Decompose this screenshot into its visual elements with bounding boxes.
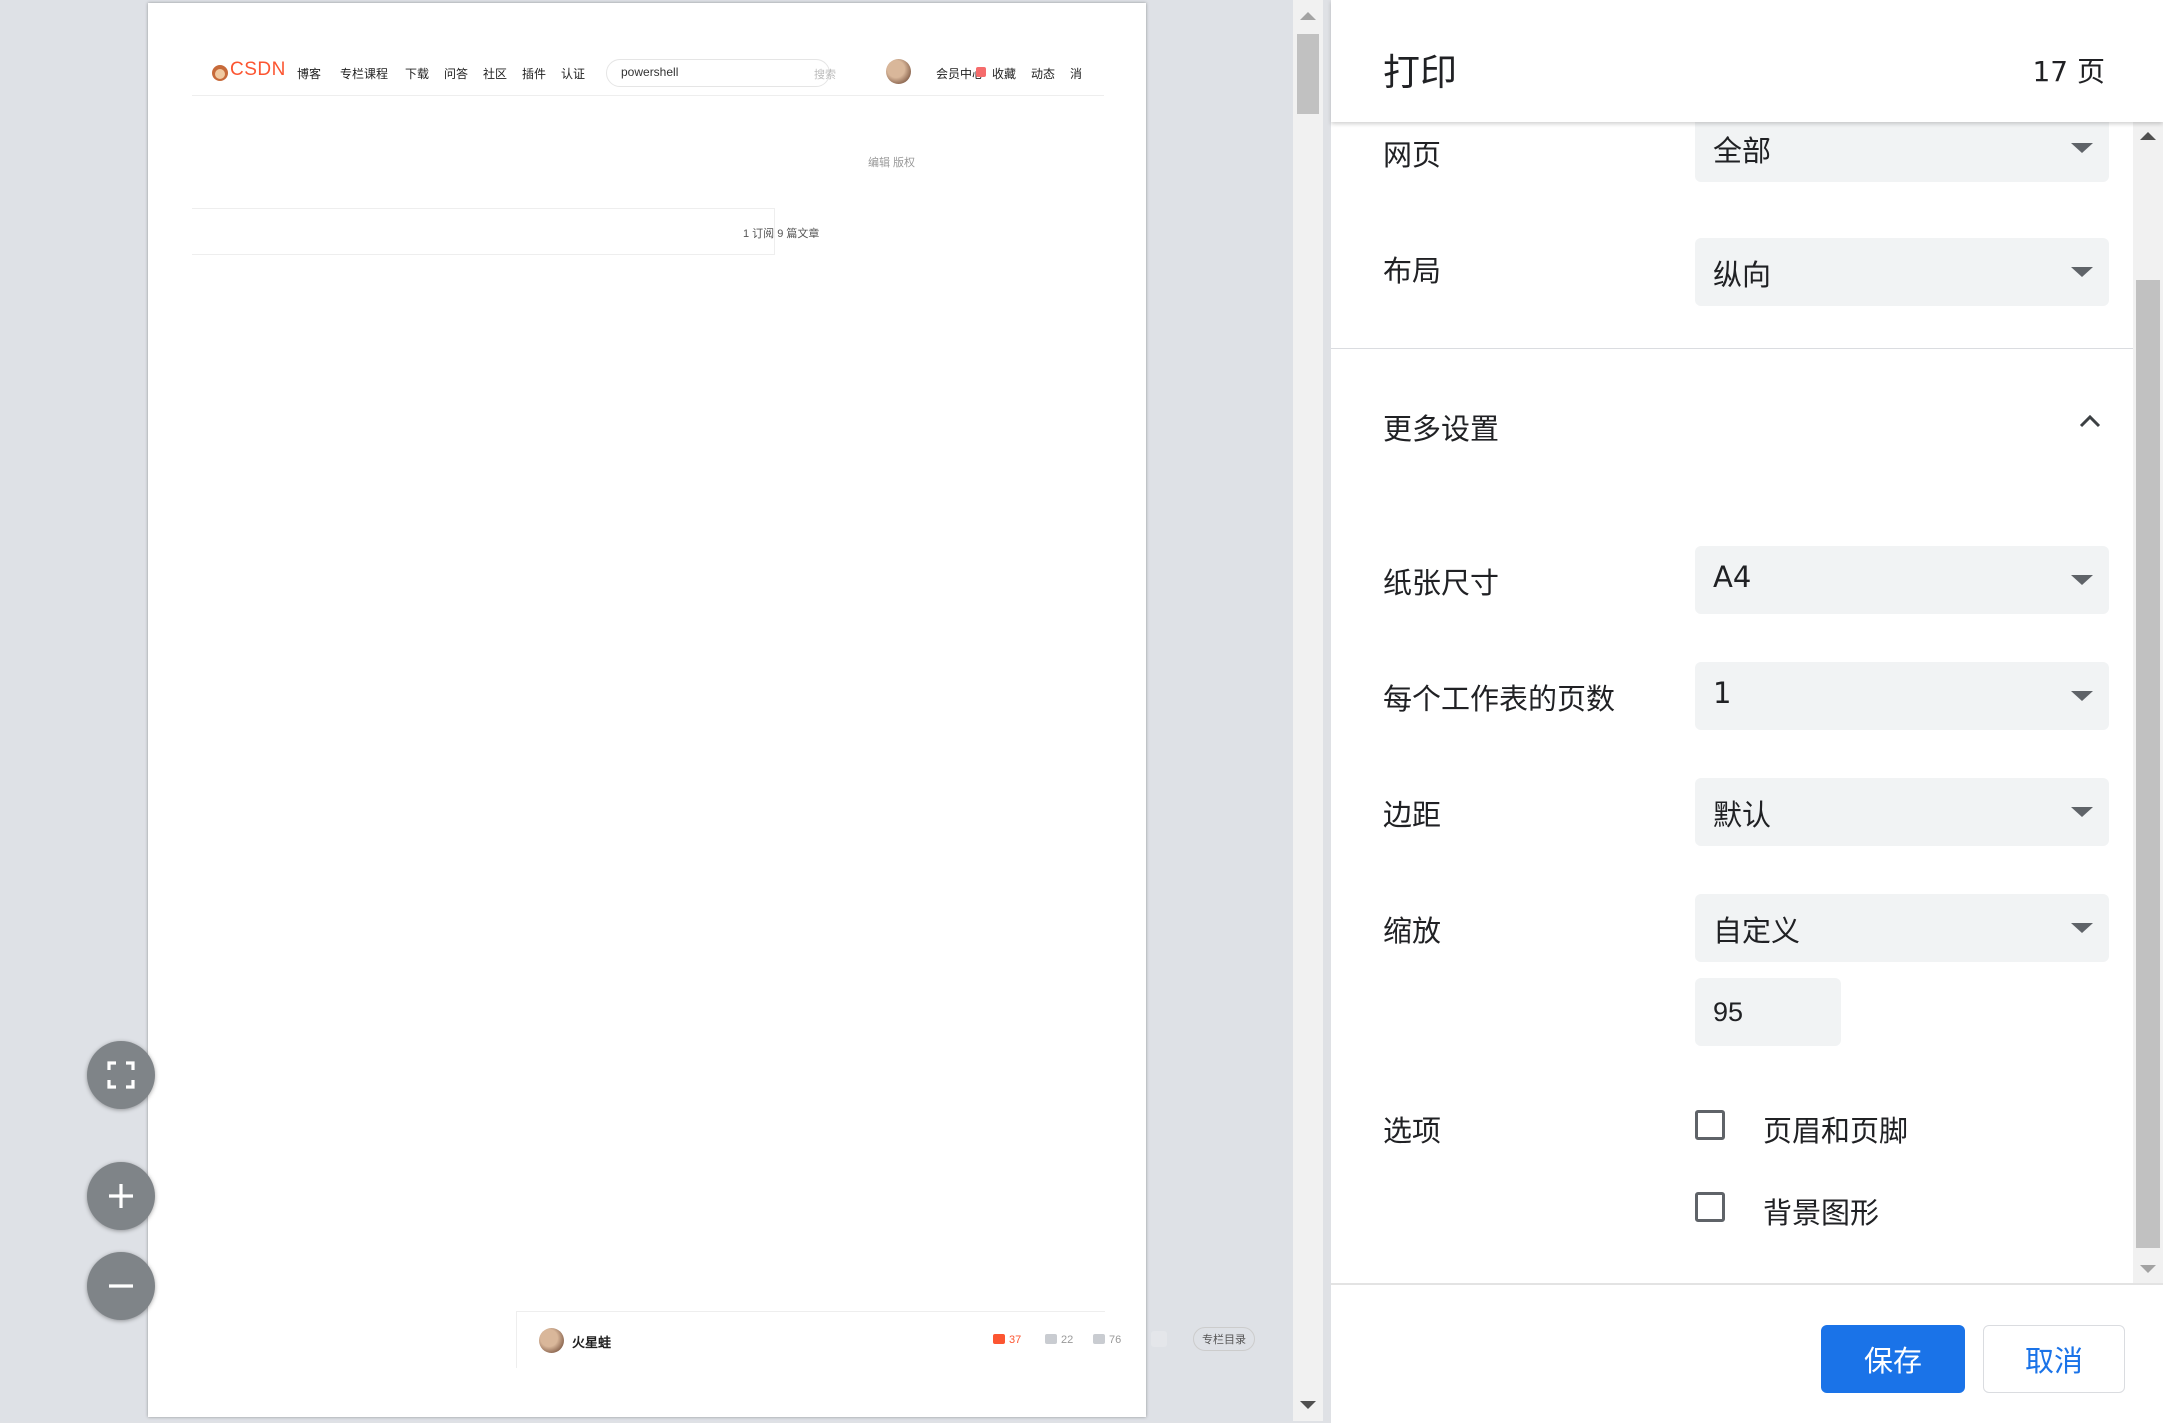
- preview-scrollbar[interactable]: [1293, 0, 1323, 1421]
- more-settings-label: 更多设置: [1383, 412, 1500, 446]
- print-header: 打印 17 页: [1331, 0, 2163, 122]
- star-icon: [1093, 1334, 1105, 1344]
- scale-select[interactable]: 自定义: [1695, 894, 2109, 962]
- gift-icon: [976, 67, 986, 77]
- background-graphics-label[interactable]: 背景图形: [1763, 1190, 1879, 1232]
- dropdown-arrow-icon: [2071, 575, 2093, 585]
- like-count-value: 37: [1009, 1334, 1022, 1346]
- cancel-button[interactable]: 取消: [1983, 1325, 2125, 1393]
- print-preview-area: CSDN 博客 专栏课程 下载 问答 社区 插件 认证 powershell 搜…: [0, 0, 1323, 1421]
- preview-user-avatar: [886, 59, 911, 84]
- layout-select-value: 纵向: [1713, 258, 1772, 292]
- comment-count-value: 22: [1061, 1334, 1074, 1346]
- background-graphics-checkbox[interactable]: [1695, 1192, 1725, 1222]
- comment-icon: [1045, 1334, 1057, 1344]
- save-button[interactable]: 保存: [1821, 1325, 1965, 1393]
- scale-percent-input[interactable]: [1695, 978, 1841, 1046]
- preview-user-nav-item: 消: [1070, 67, 1083, 81]
- dropdown-arrow-icon: [2071, 807, 2093, 817]
- paper-size-select-value: A4: [1713, 560, 1752, 594]
- preview-nav-item: 认证: [561, 67, 586, 81]
- preview-nav-item: 博客: [297, 67, 322, 81]
- preview-page: CSDN 博客 专栏课程 下载 问答 社区 插件 认证 powershell 搜…: [148, 3, 1255, 1417]
- pages-per-sheet-select-value: 1: [1713, 676, 1732, 710]
- chevron-up-icon: [2079, 414, 2101, 428]
- zoom-in-button[interactable]: [87, 1162, 155, 1230]
- scroll-up-arrow-icon[interactable]: [2140, 132, 2156, 140]
- preview-search-box: powershell: [606, 59, 830, 87]
- preview-author-avatar: [539, 1328, 564, 1353]
- zoom-out-button[interactable]: [87, 1252, 155, 1320]
- pages-label: 网页: [1383, 138, 1442, 172]
- preview-comment-count: 22: [1045, 1334, 1073, 1346]
- settings-scrollbar[interactable]: [2133, 122, 2163, 1283]
- preview-search-text: powershell: [621, 65, 679, 79]
- settings-scrollbar-thumb[interactable]: [2136, 280, 2160, 1248]
- dropdown-arrow-icon: [2071, 691, 2093, 701]
- preview-logo-text: CSDN: [230, 59, 286, 80]
- fit-to-page-button[interactable]: [87, 1041, 155, 1109]
- scroll-down-arrow-icon[interactable]: [1300, 1401, 1316, 1409]
- dropdown-arrow-icon: [2071, 923, 2093, 933]
- options-label: 选项: [1383, 1114, 1442, 1148]
- paper-size-label: 纸张尺寸: [1383, 566, 1500, 600]
- csdn-logo-icon: [212, 65, 228, 81]
- scroll-up-arrow-icon[interactable]: [1300, 12, 1316, 20]
- dropdown-arrow-icon: [2071, 143, 2093, 153]
- pages-per-sheet-label: 每个工作表的页数: [1383, 682, 1616, 716]
- preview-author-name: 火星蛙: [572, 1335, 612, 1350]
- preview-nav-item: 问答: [444, 67, 469, 81]
- preview-scrollbar-thumb[interactable]: [1297, 34, 1319, 114]
- preview-column-menu: 专栏目录: [1193, 1327, 1255, 1351]
- settings-list: 网页 全部 布局 纵向 更多设置 纸张尺寸 A4 每个工作表的页数 1 边距 默…: [1331, 122, 2163, 1283]
- preview-nav-item: 专栏课程: [340, 67, 389, 81]
- preview-favorite-count: 76: [1093, 1334, 1121, 1346]
- headers-footers-label[interactable]: 页眉和页脚: [1763, 1108, 1908, 1150]
- preview-nav-item: 下载: [405, 67, 430, 81]
- share-icon: [1151, 1331, 1167, 1347]
- preview-subscription-info: 1 订阅 9 篇文章: [743, 228, 820, 240]
- preview-user-nav-item: 动态: [1031, 67, 1056, 81]
- margins-label: 边距: [1383, 798, 1442, 832]
- preview-site-navbar: CSDN 博客 专栏课程 下载 问答 社区 插件 认证 powershell 搜…: [192, 59, 1104, 96]
- layout-label: 布局: [1383, 254, 1442, 288]
- page-count: 17 页: [2032, 55, 2105, 88]
- paper-size-select[interactable]: A4: [1695, 546, 2109, 614]
- pages-select[interactable]: 全部: [1695, 122, 2109, 182]
- favorite-count-value: 76: [1109, 1334, 1122, 1346]
- print-title: 打印: [1383, 51, 1457, 94]
- preview-like-count: 37: [993, 1334, 1021, 1346]
- pages-select-value: 全部: [1713, 134, 1772, 168]
- print-actions-footer: 保存 取消: [1331, 1283, 2163, 1423]
- print-settings-sidebar: 打印 17 页 网页 全部 布局 纵向 更多设置 纸张尺寸 A4 每个工作表的页…: [1331, 0, 2163, 1423]
- scroll-down-arrow-icon[interactable]: [2140, 1265, 2156, 1273]
- preview-nav-item: 插件: [522, 67, 547, 81]
- headers-footers-checkbox[interactable]: [1695, 1110, 1725, 1140]
- preview-article-toolbar: 火星蛙 37 22 76 专栏目录: [516, 1311, 1255, 1368]
- margins-select[interactable]: 默认: [1695, 778, 2109, 846]
- preview-search-button: 搜索: [814, 69, 836, 81]
- scale-select-value: 自定义: [1713, 914, 1801, 948]
- scale-label: 缩放: [1383, 914, 1442, 948]
- preview-user-nav-item: 收藏: [992, 67, 1017, 81]
- margins-select-value: 默认: [1713, 798, 1772, 832]
- preview-subscription-bar: [192, 208, 775, 255]
- preview-nav-item: 社区: [483, 67, 508, 81]
- section-divider: [1331, 348, 2163, 349]
- plus-icon: [109, 1184, 133, 1208]
- pages-per-sheet-select[interactable]: 1: [1695, 662, 2109, 730]
- dropdown-arrow-icon: [2071, 267, 2093, 277]
- layout-select[interactable]: 纵向: [1695, 238, 2109, 306]
- fit-to-page-icon: [107, 1061, 135, 1089]
- preview-edit-links: 编辑 版权: [868, 157, 916, 169]
- minus-icon: [109, 1284, 133, 1288]
- more-settings-toggle[interactable]: 更多设置: [1331, 384, 2163, 464]
- thumbs-up-icon: [993, 1334, 1005, 1344]
